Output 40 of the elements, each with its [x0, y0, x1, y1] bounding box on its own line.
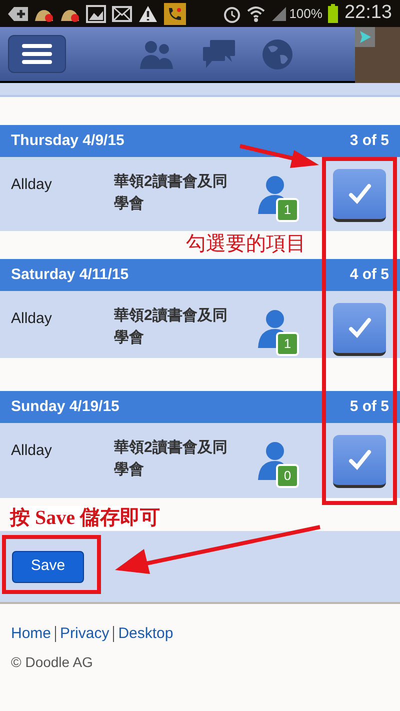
save-button[interactable]: Save — [12, 550, 84, 582]
clock-time: 22:13 — [344, 1, 392, 26]
checkmark-icon — [348, 317, 372, 339]
position-label: 3 of 5 — [350, 130, 389, 151]
date-label: Thursday 4/9/15 — [11, 130, 124, 151]
footer-link[interactable]: Privacy — [60, 623, 110, 646]
wifi-icon — [247, 4, 266, 22]
add-icon — [8, 6, 28, 22]
date-label: Sunday 4/19/15 — [11, 396, 120, 417]
footer-link[interactable]: Home — [11, 623, 52, 646]
battery-text: 100% — [289, 4, 322, 23]
position-label: 5 of 5 — [350, 396, 389, 417]
checkbox[interactable] — [333, 435, 386, 488]
checkbox[interactable] — [333, 169, 386, 222]
alarm-icon — [223, 4, 242, 22]
event-title: 華領2讀書會及同學會 — [114, 438, 228, 480]
time-label: Allday — [11, 309, 53, 329]
signal-icon — [271, 6, 288, 22]
participant-count: 1 — [276, 332, 299, 356]
participant-count: 0 — [276, 464, 299, 488]
image-icon — [86, 4, 106, 22]
participant-count: 1 — [276, 198, 299, 222]
date-label: Saturday 4/11/15 — [11, 264, 129, 285]
phone-icon — [164, 2, 186, 24]
checkmark-icon — [348, 183, 372, 205]
footer-link[interactable]: Desktop — [118, 623, 174, 646]
mail-icon — [112, 6, 132, 22]
annotation-text: 勾選要的項目 — [186, 232, 306, 256]
annotation-text: 按 Save 儲存即可 — [10, 506, 160, 530]
battery-icon — [328, 4, 338, 23]
checkbox[interactable] — [333, 303, 386, 356]
position-label: 4 of 5 — [350, 264, 389, 285]
time-label: Allday — [11, 175, 53, 195]
time-label: Allday — [11, 441, 53, 461]
copyright-text: © Doodle AG — [11, 652, 94, 672]
event-title: 華領2讀書會及同學會 — [114, 172, 228, 214]
checkmark-icon — [348, 449, 372, 471]
menu-button[interactable] — [8, 35, 66, 73]
warning-icon — [138, 4, 158, 22]
event-title: 華領2讀書會及同學會 — [114, 306, 228, 348]
